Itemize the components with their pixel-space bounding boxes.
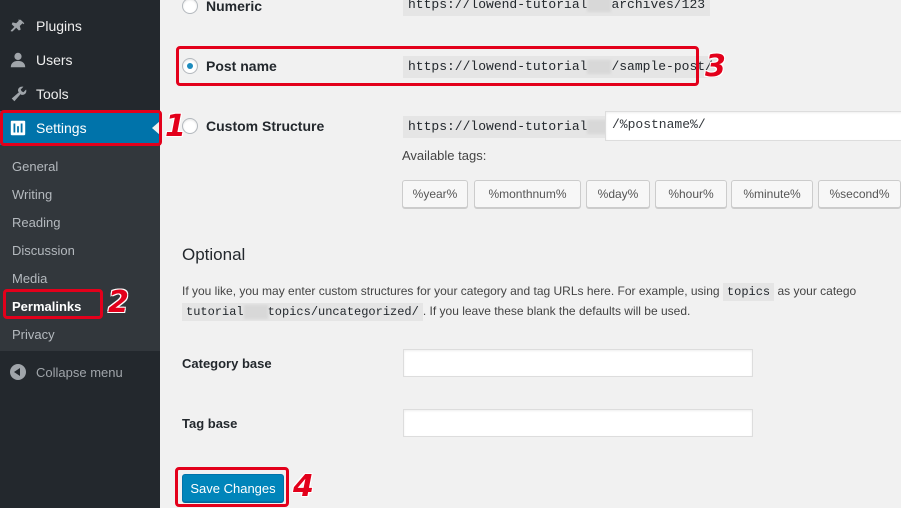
settings-highlight-box — [0, 110, 162, 146]
collapse-icon — [10, 364, 26, 380]
tag-year-button[interactable]: %year% — [402, 180, 468, 208]
tag-day-button[interactable]: %day% — [586, 180, 650, 208]
numeric-example: https://lowend-tutorial archives/123 — [403, 0, 711, 16]
numeric-label: Numeric — [206, 0, 263, 14]
annotation-2: 2 — [108, 285, 129, 320]
menu-users-label: Users — [36, 52, 73, 68]
collapse-menu-label: Collapse menu — [36, 364, 123, 380]
tag-monthnum-button[interactable]: %monthnum% — [474, 180, 581, 208]
save-highlight-box — [175, 467, 289, 507]
post-name-highlight-box — [176, 46, 699, 86]
custom-structure-label: Custom Structure — [206, 118, 325, 134]
tag-base-label: Tag base — [182, 416, 238, 431]
category-base-label: Category base — [182, 356, 272, 371]
plugin-icon — [0, 17, 36, 35]
custom-structure-prefix: https://lowend-tutorial — [403, 116, 617, 138]
optional-description-line2: tutorial topics/uncategorized/. If you le… — [182, 303, 690, 321]
menu-tools[interactable]: Tools — [0, 77, 160, 111]
submenu-discussion[interactable]: Discussion — [12, 243, 75, 258]
topics-code: topics — [722, 283, 775, 301]
numeric-radio[interactable] — [182, 0, 198, 14]
submenu-writing[interactable]: Writing — [12, 187, 52, 202]
permalinks-highlight-box — [3, 289, 103, 319]
menu-tools-label: Tools — [36, 86, 69, 102]
menu-plugins-label: Plugins — [36, 18, 82, 34]
menu-users[interactable]: Users — [0, 43, 160, 77]
tag-second-button[interactable]: %second% — [818, 180, 901, 208]
tag-base-input[interactable] — [403, 409, 753, 437]
collapse-menu-button[interactable]: Collapse menu — [10, 364, 123, 380]
submenu-privacy[interactable]: Privacy — [12, 327, 55, 342]
optional-description-line1: If you like, you may enter custom struct… — [182, 283, 857, 301]
tag-minute-button[interactable]: %minute% — [731, 180, 813, 208]
submenu-reading[interactable]: Reading — [12, 215, 60, 230]
example-url-code: tutorial topics/uncategorized/ — [182, 303, 423, 321]
submenu-media[interactable]: Media — [12, 271, 47, 286]
wrench-icon — [0, 85, 36, 103]
submenu-general[interactable]: General — [12, 159, 58, 174]
annotation-1: 1 — [165, 109, 186, 144]
settings-submenu: General Writing Reading Discussion Media… — [0, 145, 160, 351]
optional-section-title: Optional — [182, 245, 246, 264]
admin-sidebar: Plugins Users Tools Settings General Wri… — [0, 0, 160, 508]
available-tags-label: Available tags: — [402, 148, 487, 163]
category-base-input[interactable] — [403, 349, 753, 377]
user-icon — [0, 51, 36, 69]
menu-plugins[interactable]: Plugins — [0, 9, 160, 43]
annotation-4: 4 — [293, 469, 314, 504]
annotation-3: 3 — [705, 49, 726, 84]
tag-hour-button[interactable]: %hour% — [655, 180, 727, 208]
custom-structure-input[interactable]: /%postname%/ — [605, 111, 901, 141]
